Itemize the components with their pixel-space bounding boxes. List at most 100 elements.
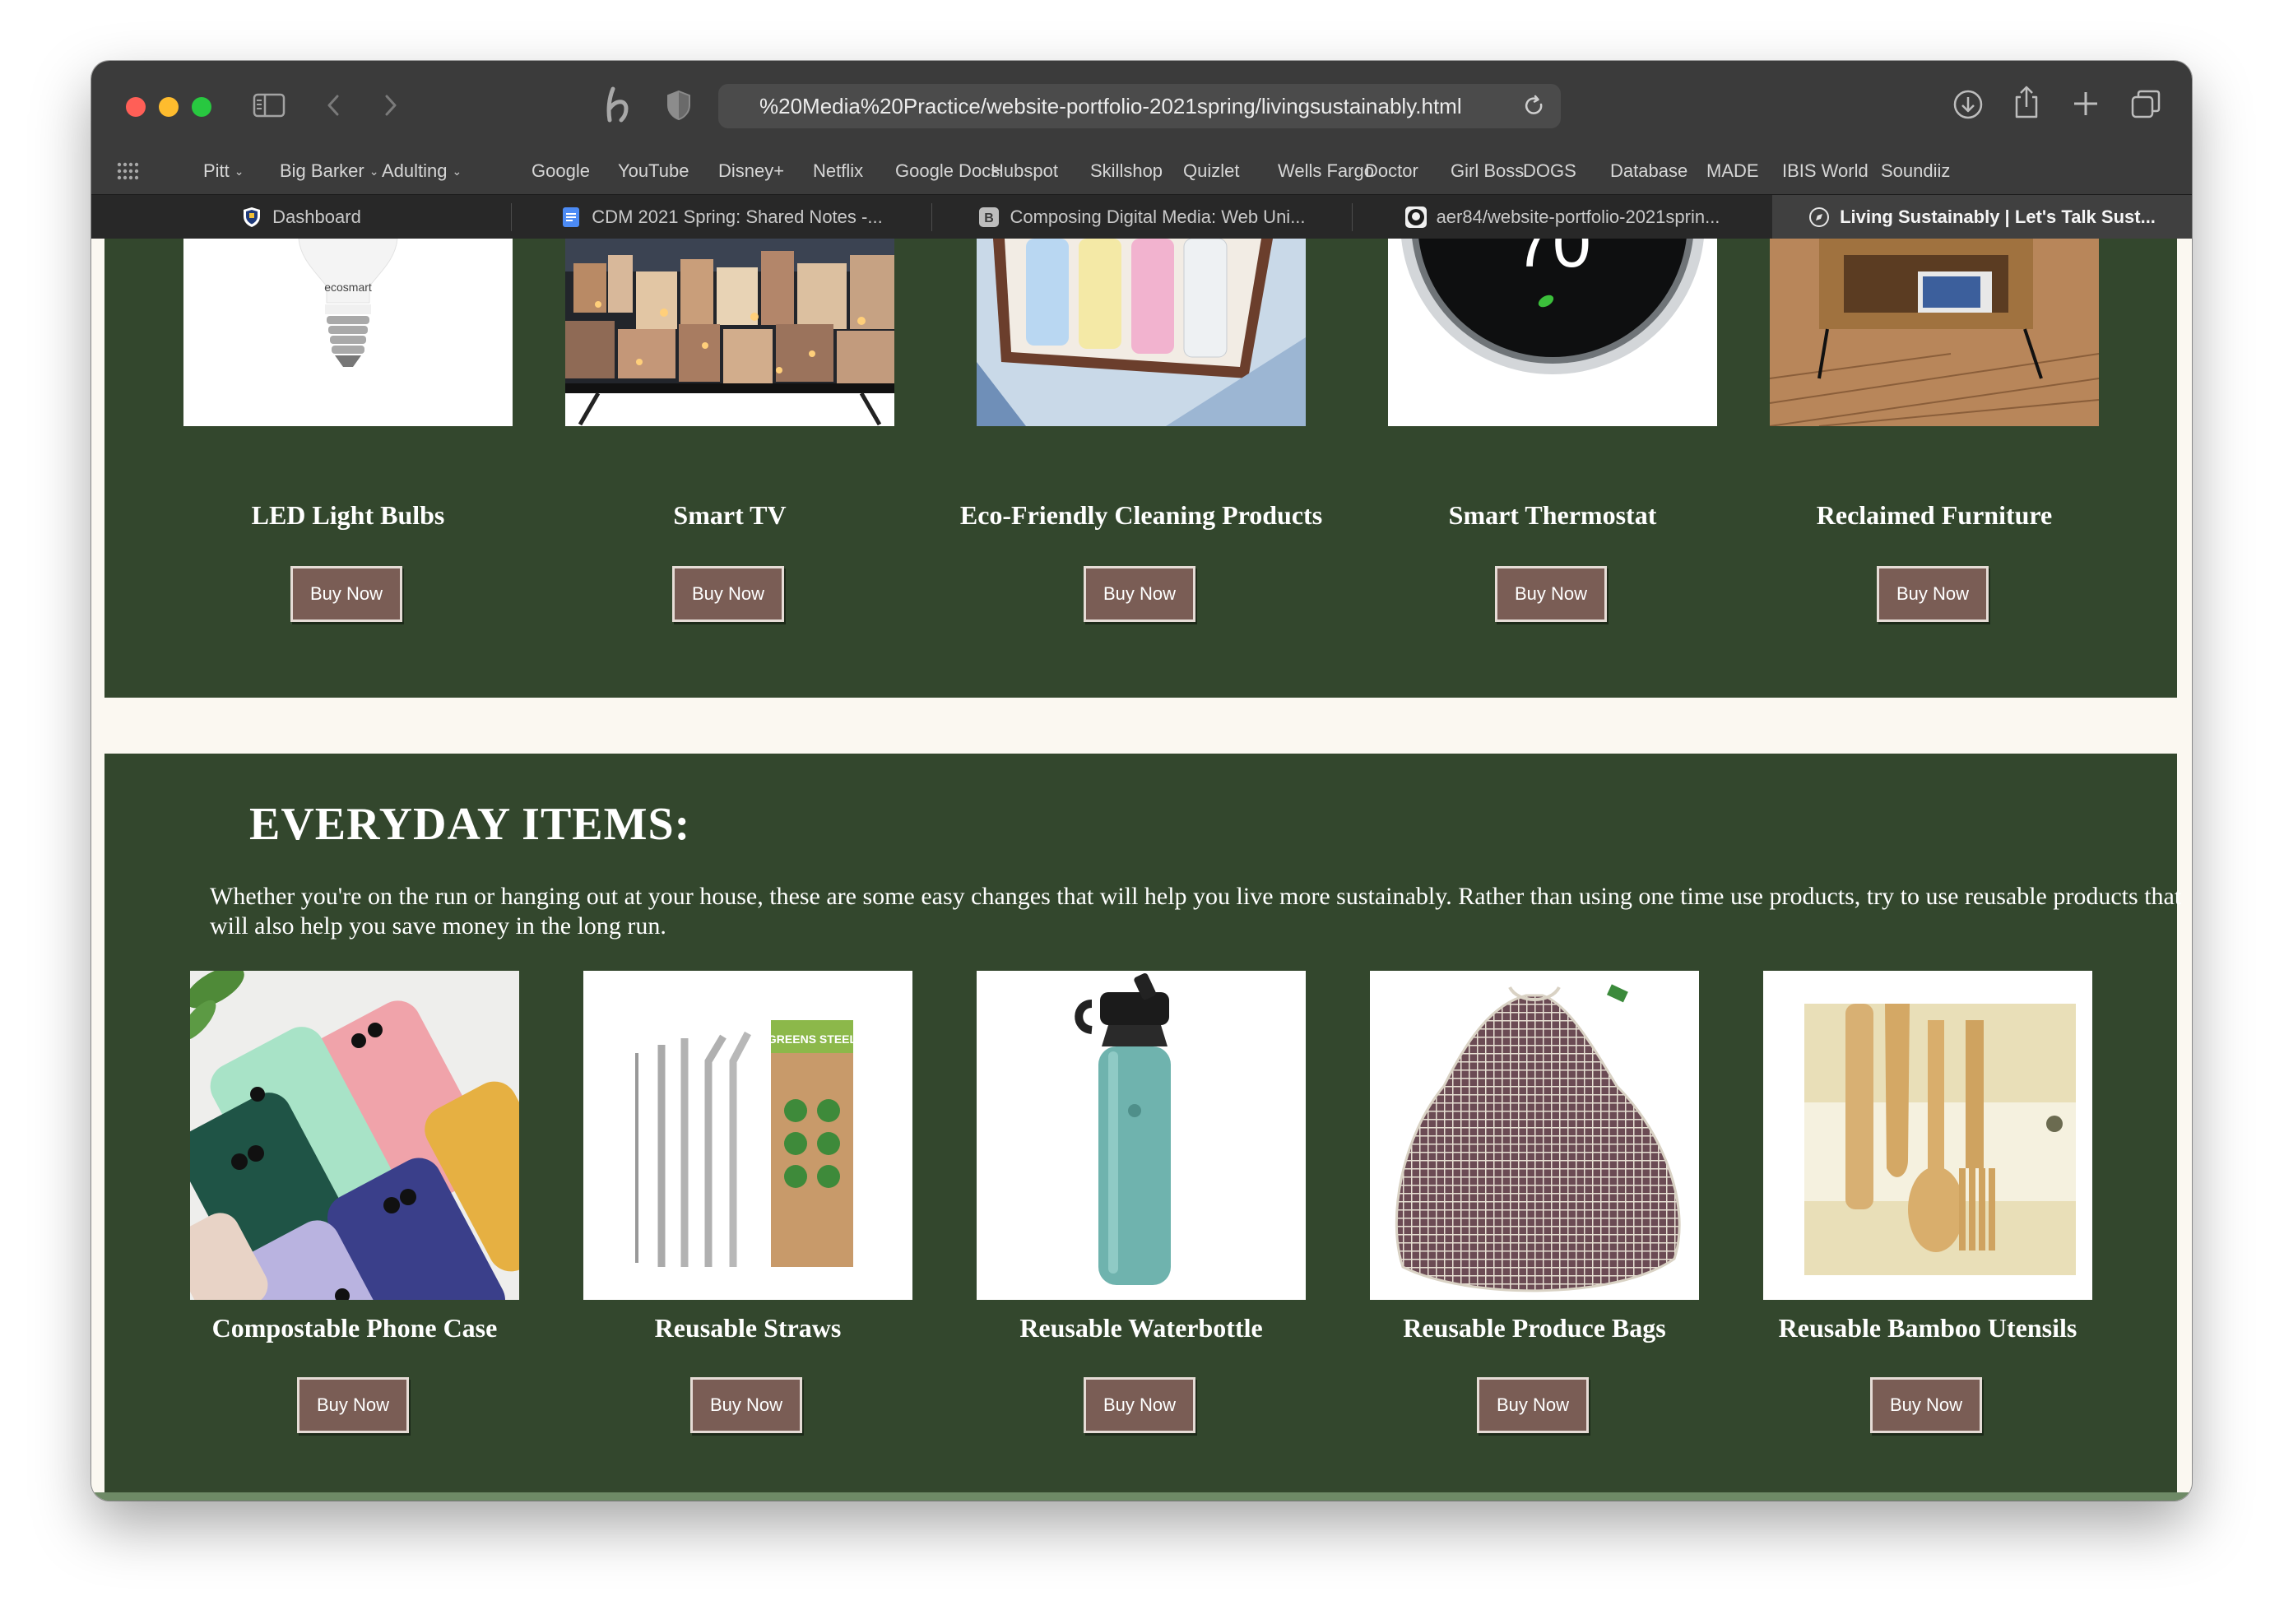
cleaning-products-image[interactable] — [977, 239, 1306, 426]
buy-now-button[interactable]: Buy Now — [1084, 566, 1195, 622]
straws-image[interactable]: GREENS STEEL — [583, 971, 912, 1300]
product-title: Reusable Produce Bags — [1403, 1313, 1666, 1343]
bookmark-hubspot[interactable]: Hubspot — [991, 148, 1058, 194]
svg-text:B: B — [985, 211, 995, 225]
phone-case-image[interactable] — [190, 971, 519, 1300]
minimize-window-button[interactable] — [159, 97, 179, 117]
github-icon — [1404, 206, 1427, 228]
waterbottle-image[interactable] — [977, 971, 1306, 1300]
thermostat-image[interactable]: 70 — [1388, 239, 1717, 426]
tab-github-portfolio[interactable]: aer84/website-portfolio-2021sprin... — [1353, 195, 1772, 239]
product-title: Smart Thermostat — [1448, 500, 1657, 530]
bookmark-adulting[interactable]: Adulting ⌄ — [382, 148, 462, 194]
product-title: Eco-Friendly Cleaning Products — [959, 500, 1323, 530]
honey-extension-icon[interactable] — [601, 84, 638, 125]
page-content: ecosmart LED Light Bulbs Buy Now Smart T… — [91, 239, 2192, 1501]
browser-toolbar: %20Media%20Practice/website-portfolio-20… — [91, 61, 2192, 148]
tab-label: CDM 2021 Spring: Shared Notes -... — [592, 206, 883, 227]
section-heading: EVERYDAY ITEMS: — [249, 799, 691, 850]
bookmark-label: Google Docs — [895, 160, 1000, 181]
next-section-edge — [91, 1492, 2192, 1501]
tab-cdm-shared-notes[interactable]: CDM 2021 Spring: Shared Notes -... — [512, 195, 931, 239]
bookmark-label: Adulting — [382, 160, 448, 181]
forward-arrow-icon[interactable] — [381, 92, 401, 118]
bamboo-utensils-image[interactable] — [1763, 971, 2092, 1300]
tab-label: Living Sustainably | Let's Talk Sust... — [1840, 206, 2156, 227]
buy-now-button[interactable]: Buy Now — [1477, 1377, 1589, 1433]
furniture-image[interactable] — [1770, 239, 2099, 426]
bookmark-label: Big Barker — [280, 160, 364, 181]
bookmark-google-docs[interactable]: Google Docs — [895, 148, 1000, 194]
bookmark-pitt[interactable]: Pitt ⌄ — [203, 148, 244, 194]
bookmark-label: Netflix — [813, 160, 864, 181]
bookmark-database[interactable]: Database — [1610, 148, 1687, 194]
tab-bar: Dashboard CDM 2021 Spring: Shared Notes … — [91, 194, 2192, 239]
tab-living-sustainably[interactable]: Living Sustainably | Let's Talk Sust... — [1772, 195, 2192, 239]
buy-now-button[interactable]: Buy Now — [1877, 566, 1989, 622]
bookmark-disney[interactable]: Disney+ — [718, 148, 784, 194]
buy-now-button[interactable]: Buy Now — [672, 566, 784, 622]
buy-now-button[interactable]: Buy Now — [1084, 1377, 1195, 1433]
tab-composing-digital-media[interactable]: B Composing Digital Media: Web Uni... — [932, 195, 1352, 239]
chevron-down-icon: ⌄ — [369, 165, 379, 178]
thermostat-reading: 70 — [1514, 239, 1590, 281]
bookmark-big-barker[interactable]: Big Barker ⌄ — [280, 148, 378, 194]
tab-label: Composing Digital Media: Web Uni... — [1010, 206, 1306, 227]
chevron-down-icon: ⌄ — [452, 165, 462, 178]
reload-icon[interactable] — [1523, 95, 1546, 122]
bookmark-label: Girl Boss — [1451, 160, 1525, 181]
shield-icon — [241, 206, 262, 228]
bookmark-google[interactable]: Google — [532, 148, 590, 194]
bookmark-label: Soundiiz — [1881, 160, 1951, 181]
zoom-window-button[interactable] — [192, 97, 211, 117]
bookmark-youtube[interactable]: YouTube — [618, 148, 689, 194]
privacy-shield-icon[interactable] — [666, 89, 692, 122]
bookmark-label: Wells Fargo — [1278, 160, 1374, 181]
bulb-brand-label: ecosmart — [324, 281, 372, 294]
tab-overview-icon[interactable] — [2130, 89, 2161, 120]
bookmarks-grid-icon[interactable] — [116, 161, 139, 185]
produce-bags-image[interactable] — [1370, 971, 1699, 1300]
address-bar[interactable]: %20Media%20Practice/website-portfolio-20… — [718, 84, 1561, 128]
product-title: Smart TV — [673, 500, 787, 530]
bookmark-netflix[interactable]: Netflix — [813, 148, 863, 194]
bookmark-label: Quizlet — [1183, 160, 1240, 181]
bookmark-wells-fargo[interactable]: Wells Fargo — [1278, 148, 1374, 194]
bookmark-label: DOGS — [1523, 160, 1576, 181]
smart-tv-image[interactable] — [565, 239, 894, 426]
bookmark-quizlet[interactable]: Quizlet — [1183, 148, 1239, 194]
bookmark-made[interactable]: MADE — [1706, 148, 1759, 194]
back-arrow-icon[interactable] — [323, 92, 343, 118]
bookmark-label: Hubspot — [991, 160, 1058, 181]
tab-dashboard[interactable]: Dashboard — [91, 195, 511, 239]
bookmark-label: Disney+ — [718, 160, 785, 181]
bookmark-girl-boss[interactable]: Girl Boss — [1451, 148, 1524, 194]
bookmark-skillshop[interactable]: Skillshop — [1090, 148, 1163, 194]
bookmark-dogs[interactable]: DOGS — [1523, 148, 1576, 194]
tab-label: aer84/website-portfolio-2021sprin... — [1436, 206, 1720, 227]
new-tab-plus-icon[interactable] — [2071, 89, 2101, 118]
led-bulb-image[interactable]: ecosmart — [183, 239, 513, 426]
buy-now-button[interactable]: Buy Now — [290, 566, 402, 622]
sidebar-toggle-icon[interactable] — [253, 92, 286, 118]
product-title: Reclaimed Furniture — [1816, 500, 2053, 530]
buy-now-button[interactable]: Buy Now — [297, 1377, 409, 1433]
buy-now-button[interactable]: Buy Now — [1870, 1377, 1982, 1433]
bookmark-soundiiz[interactable]: Soundiiz — [1881, 148, 1950, 194]
url-text[interactable]: %20Media%20Practice/website-portfolio-20… — [759, 84, 1503, 128]
downloads-icon[interactable] — [1952, 89, 1984, 120]
bookmark-ibis-world[interactable]: IBIS World — [1782, 148, 1869, 194]
close-window-button[interactable] — [126, 97, 146, 117]
bookmark-label: Pitt — [203, 160, 230, 181]
bookmarks-bar: Pitt ⌄ Big Barker ⌄ Adulting ⌄ Google YouTube Di… — [91, 148, 2192, 194]
bookmark-label: Database — [1610, 160, 1688, 181]
browser-window: %20Media%20Practice/website-portfolio-20… — [91, 61, 2192, 1501]
bookmark-label: IBIS World — [1782, 160, 1869, 181]
share-icon[interactable] — [2012, 84, 2041, 120]
bookmark-label: MADE — [1706, 160, 1759, 181]
bookmark-doctor[interactable]: Doctor — [1365, 148, 1418, 194]
buy-now-button[interactable]: Buy Now — [690, 1377, 802, 1433]
product-title: Reusable Waterbottle — [1019, 1313, 1263, 1343]
product-title: Reusable Bamboo Utensils — [1778, 1313, 2077, 1343]
buy-now-button[interactable]: Buy Now — [1495, 566, 1607, 622]
